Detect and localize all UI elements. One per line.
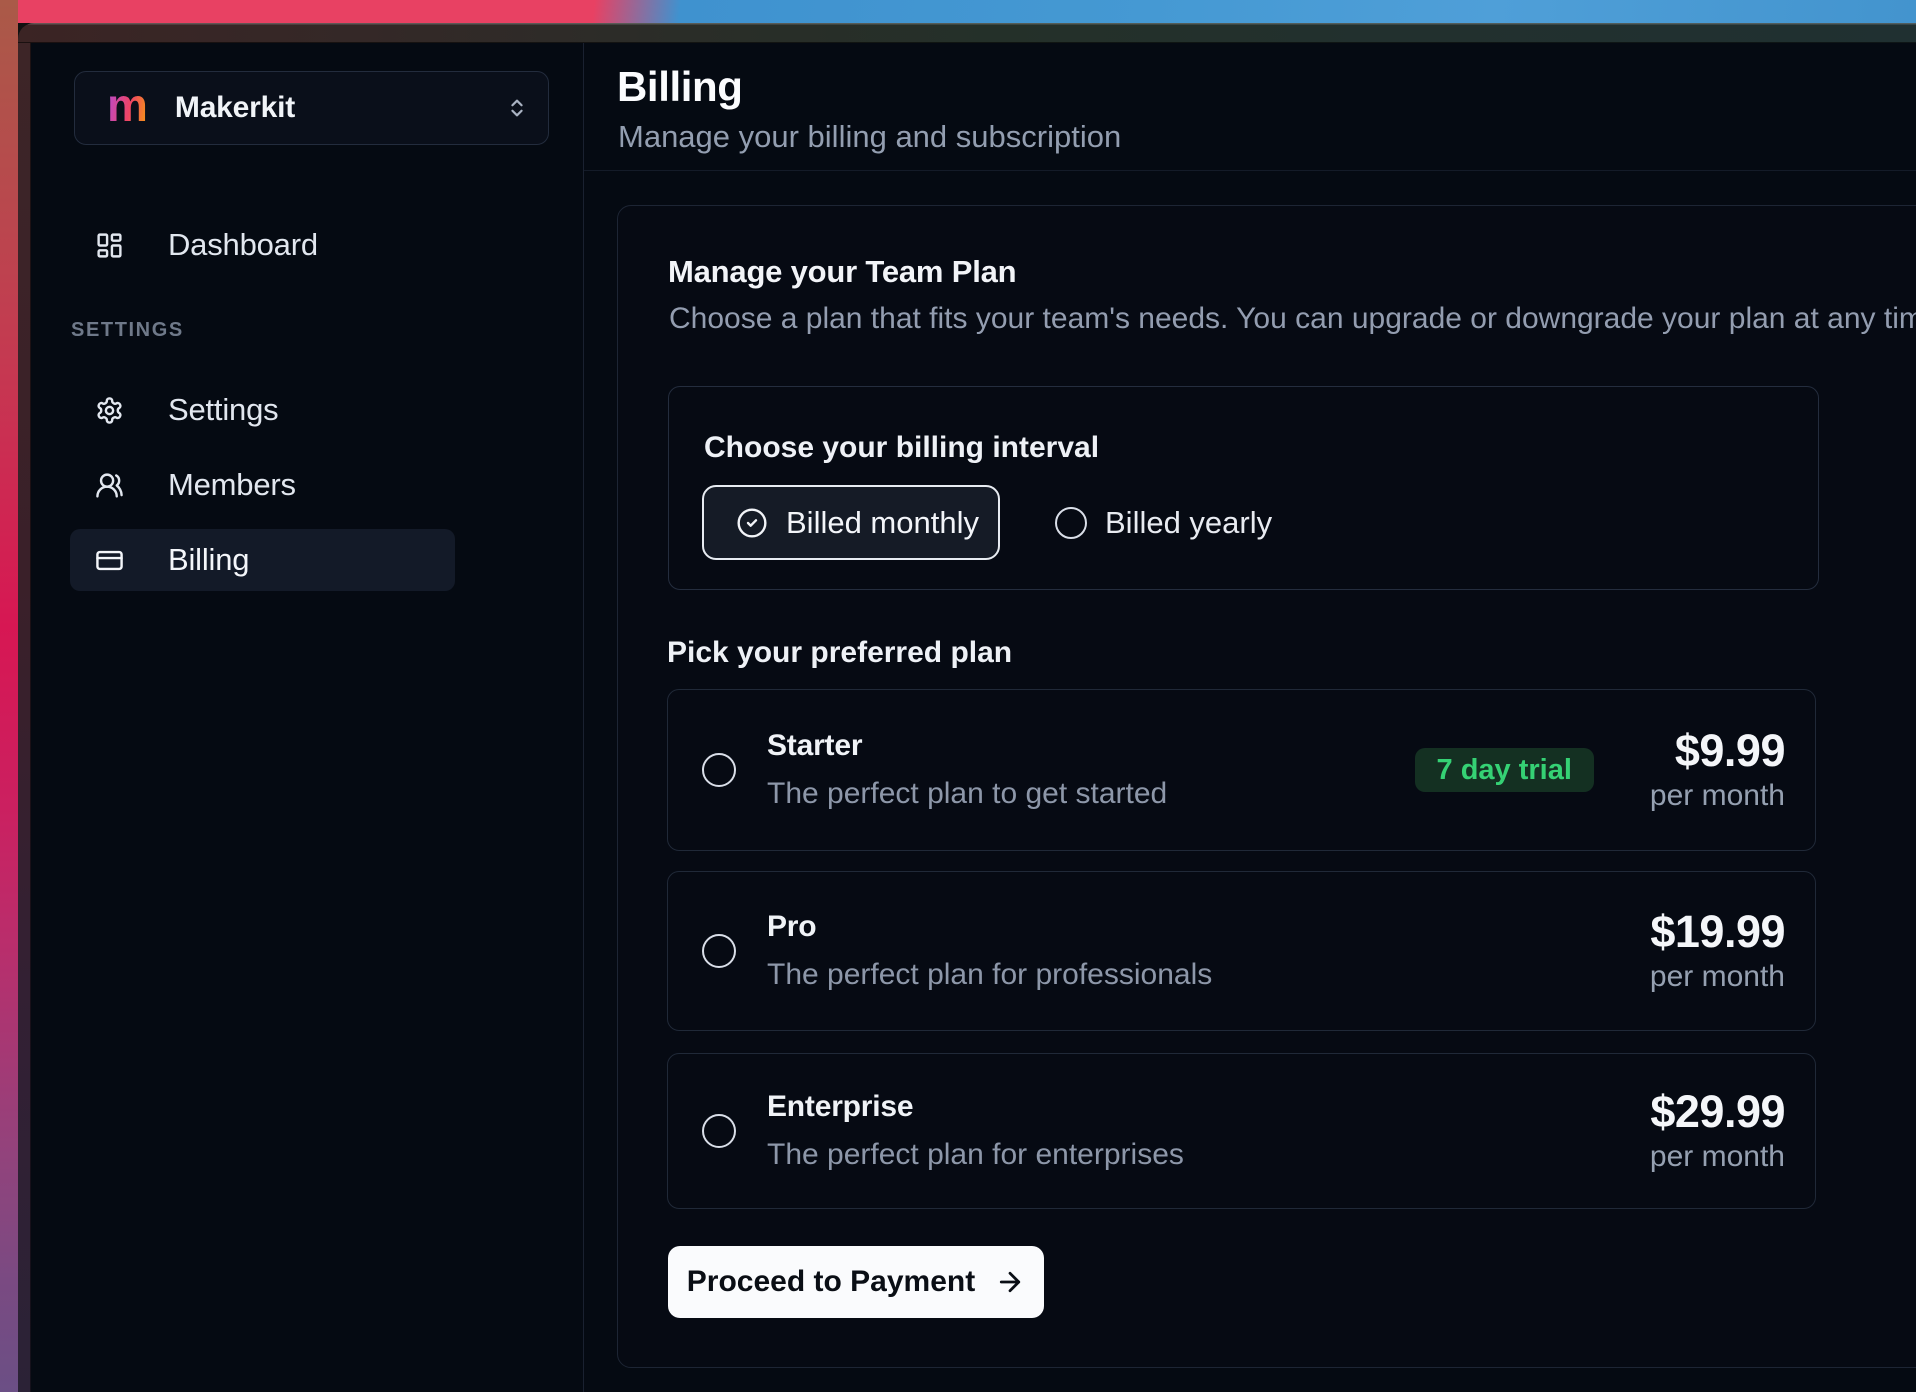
app-content: m Makerkit Dashboard SETTINGS bbox=[31, 43, 1916, 1392]
window-left-frame bbox=[18, 43, 31, 1392]
billed-yearly-label: Billed yearly bbox=[1105, 505, 1272, 541]
workspace-selector[interactable]: m Makerkit bbox=[74, 71, 549, 145]
header-divider bbox=[584, 170, 1916, 171]
plan-period: per month bbox=[1650, 1140, 1785, 1173]
workspace-name: Makerkit bbox=[175, 91, 506, 125]
plan-description: The perfect plan to get started bbox=[767, 777, 1167, 811]
card-title: Manage your Team Plan bbox=[668, 254, 1016, 290]
users-icon bbox=[95, 471, 124, 500]
app-window: m Makerkit Dashboard SETTINGS bbox=[18, 23, 1916, 1392]
radio-circle-icon[interactable] bbox=[702, 1114, 736, 1148]
sidebar-item-label: Dashboard bbox=[168, 227, 318, 263]
sidebar-item-label: Settings bbox=[168, 392, 278, 428]
sidebar-item-billing[interactable]: Billing bbox=[70, 529, 455, 591]
plan-name: Pro bbox=[767, 910, 1212, 944]
trial-badge: 7 day trial bbox=[1415, 748, 1594, 792]
plan-price: $29.99 bbox=[1650, 1089, 1785, 1134]
desktop-wallpaper-top bbox=[0, 0, 1916, 23]
plan-name: Starter bbox=[767, 729, 1167, 763]
window-titlebar-edge bbox=[18, 23, 1916, 43]
page-subtitle: Manage your billing and subscription bbox=[618, 119, 1121, 155]
arrow-right-icon bbox=[995, 1267, 1025, 1297]
proceed-to-payment-button[interactable]: Proceed to Payment bbox=[668, 1246, 1044, 1318]
sidebar: m Makerkit Dashboard SETTINGS bbox=[31, 43, 584, 1392]
team-plan-card: Manage your Team Plan Choose a plan that… bbox=[617, 205, 1916, 1368]
plan-description: The perfect plan for enterprises bbox=[767, 1138, 1184, 1172]
plans-label: Pick your preferred plan bbox=[667, 636, 1012, 670]
card-description: Choose a plan that fits your team's need… bbox=[669, 302, 1916, 336]
makerkit-logo-icon: m bbox=[107, 82, 148, 128]
sidebar-item-label: Billing bbox=[168, 542, 249, 578]
chevrons-up-down-icon bbox=[506, 97, 528, 119]
billing-interval-label: Choose your billing interval bbox=[704, 431, 1099, 465]
plan-period: per month bbox=[1650, 779, 1785, 812]
sidebar-section-label: SETTINGS bbox=[71, 319, 184, 342]
plan-price: $19.99 bbox=[1650, 909, 1785, 954]
dashboard-icon bbox=[95, 231, 124, 260]
plan-name: Enterprise bbox=[767, 1090, 1184, 1124]
screen: m Makerkit Dashboard SETTINGS bbox=[0, 0, 1916, 1392]
sidebar-item-dashboard[interactable]: Dashboard bbox=[70, 214, 455, 276]
plan-row-pro[interactable]: Pro The perfect plan for professionals $… bbox=[667, 871, 1816, 1031]
billed-monthly-label: Billed monthly bbox=[786, 505, 979, 541]
radio-circle-icon[interactable] bbox=[702, 934, 736, 968]
plan-row-starter[interactable]: Starter The perfect plan to get started … bbox=[667, 689, 1816, 851]
billed-yearly-option[interactable]: Billed yearly bbox=[1055, 485, 1272, 560]
plan-price: $9.99 bbox=[1675, 728, 1785, 773]
billed-monthly-option[interactable]: Billed monthly bbox=[702, 485, 1000, 560]
plan-period: per month bbox=[1650, 960, 1785, 993]
proceed-label: Proceed to Payment bbox=[687, 1265, 975, 1299]
main-area: Billing Manage your billing and subscrip… bbox=[584, 43, 1916, 1392]
sidebar-item-label: Members bbox=[168, 467, 296, 503]
radio-circle-icon bbox=[1055, 507, 1087, 539]
plan-row-enterprise[interactable]: Enterprise The perfect plan for enterpri… bbox=[667, 1053, 1816, 1209]
credit-card-icon bbox=[95, 546, 124, 575]
gear-icon bbox=[95, 396, 124, 425]
desktop-wallpaper-left bbox=[0, 0, 18, 1392]
circle-check-icon bbox=[736, 507, 768, 539]
billing-interval-group: Choose your billing interval Billed mont… bbox=[668, 386, 1819, 590]
plan-description: The perfect plan for professionals bbox=[767, 958, 1212, 992]
sidebar-item-settings[interactable]: Settings bbox=[70, 379, 455, 441]
radio-circle-icon[interactable] bbox=[702, 753, 736, 787]
sidebar-item-members[interactable]: Members bbox=[70, 454, 455, 516]
page-title: Billing bbox=[617, 63, 743, 111]
